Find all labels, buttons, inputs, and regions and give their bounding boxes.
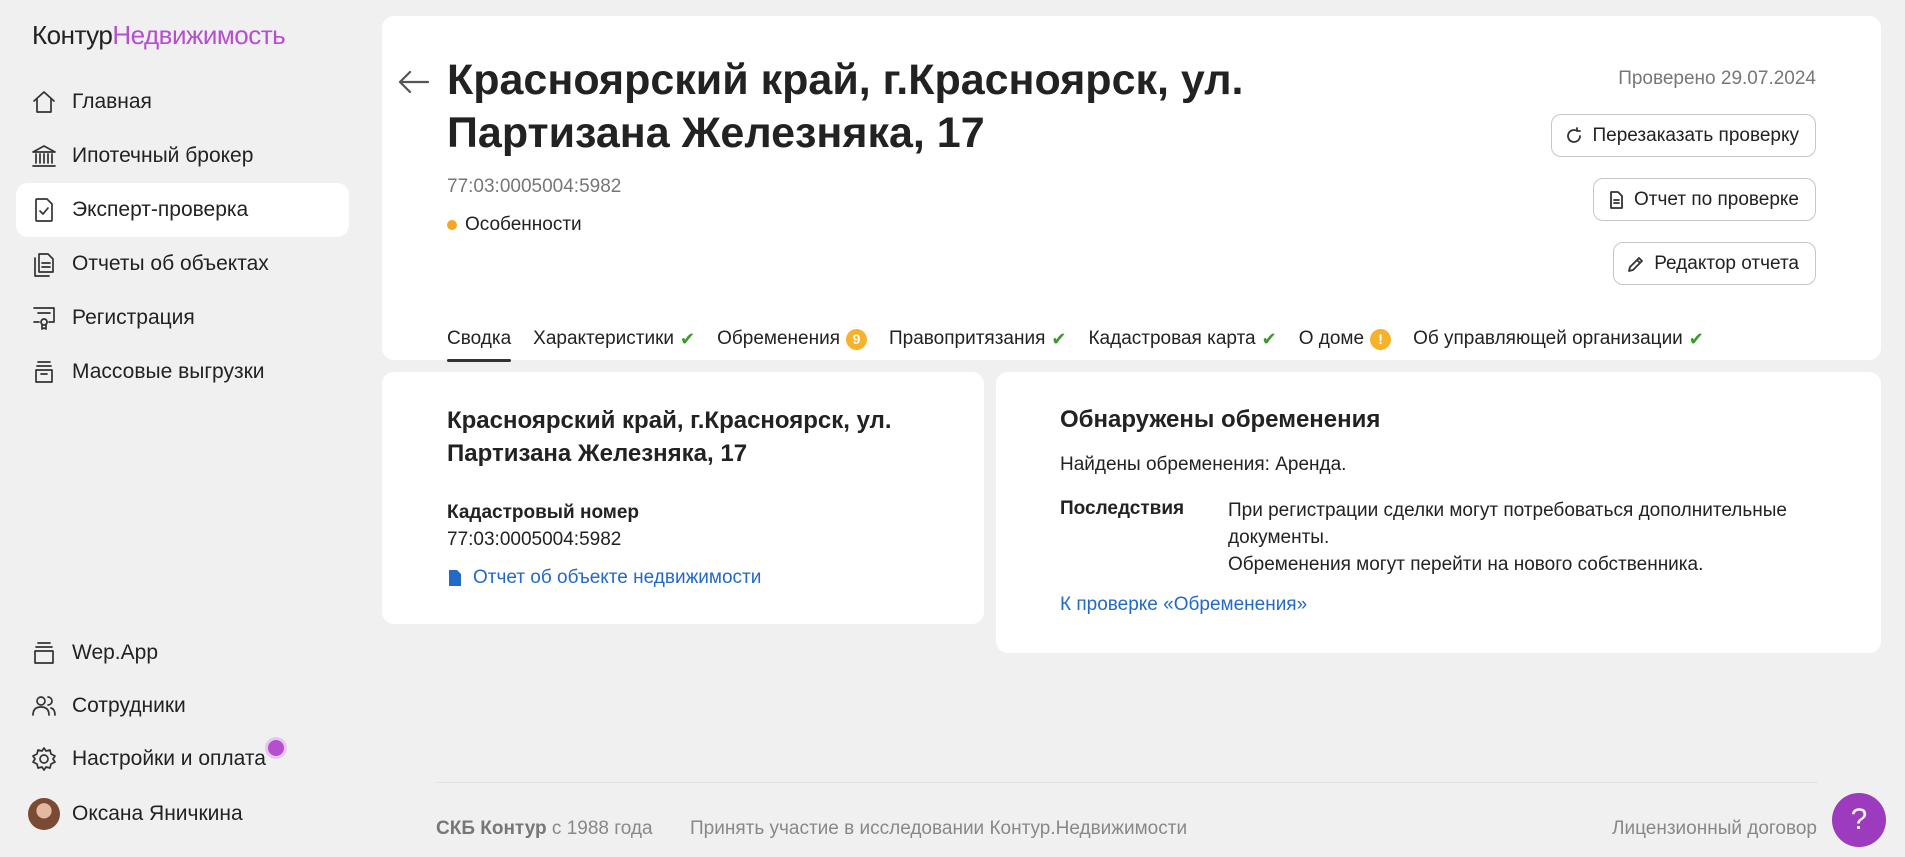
count-badge: 9 <box>846 328 868 350</box>
sidebar-item-label: Оксана Яничкина <box>72 802 243 825</box>
sidebar-item-wep-app[interactable]: Wep.App <box>16 626 349 680</box>
encumbrances-check-link[interactable]: К проверке «Обременения» <box>1060 594 1307 616</box>
tab-label: Обременения <box>717 328 841 349</box>
reorder-check-label: Перезаказать проверку <box>1592 124 1799 146</box>
footer-company: СКБ Контур с 1988 года <box>436 818 653 840</box>
tab-summary[interactable]: Сводка <box>447 328 512 362</box>
check-report-label: Отчет по проверке <box>1634 188 1799 210</box>
encumbrances-found: Найдены обременения: Аренда. <box>1060 454 1347 475</box>
archive-icon <box>28 356 60 388</box>
tabs: Сводка Характеристики ✔ Обременения 9 Прав… <box>447 328 1726 362</box>
logo-brand: Контур <box>32 20 113 50</box>
avatar <box>28 798 60 830</box>
help-button[interactable]: ? <box>1832 793 1886 847</box>
back-arrow-icon[interactable] <box>394 62 434 102</box>
document-icon <box>449 570 461 586</box>
gear-icon <box>28 743 60 775</box>
tab-label: Сводка <box>447 328 512 349</box>
check-icon: ✔ <box>680 328 696 349</box>
tab-characteristics[interactable]: Характеристики ✔ <box>533 328 695 360</box>
license-link[interactable]: Лицензионный договор <box>1612 818 1817 840</box>
sidebar-item-label: Настройки и оплата <box>72 747 266 770</box>
research-link[interactable]: Принять участие в исследовании Контур.Не… <box>690 818 1187 840</box>
sidebar-item-label: Регистрация <box>72 306 195 329</box>
document-check-icon <box>28 194 60 226</box>
warning-icon: ! <box>1370 328 1392 350</box>
documents-icon <box>28 248 60 280</box>
feature-indicator: Особенности <box>447 214 582 236</box>
sidebar-item-label: Сотрудники <box>72 694 186 717</box>
warning-dot-icon <box>447 220 457 230</box>
home-icon <box>28 86 60 118</box>
object-header-card: Красноярский край, г.Красноярск, ул. Пар… <box>382 16 1881 362</box>
tab-cadastral-map[interactable]: Кадастровая карта ✔ <box>1088 328 1276 360</box>
tab-about-house[interactable]: О доме! <box>1298 328 1392 360</box>
consequences-line: Обременения могут перейти на нового собс… <box>1228 554 1704 575</box>
cadastral-value: 77:03:0005004:5982 <box>447 529 622 550</box>
pencil-icon <box>1628 256 1644 272</box>
feature-label: Особенности <box>465 214 582 235</box>
check-icon: ✔ <box>1261 328 1277 349</box>
tab-label: Правопритязания <box>889 328 1046 349</box>
summary-title: Красноярский край, г.Красноярск, ул. Пар… <box>447 407 892 467</box>
company-since: с 1988 года <box>546 818 653 839</box>
tab-label: Об управляющей организации <box>1413 328 1683 349</box>
checked-date: Проверено 29.07.2024 <box>1618 68 1816 89</box>
cadastral-label: Кадастровый номер <box>447 502 640 523</box>
sidebar-item-label: Отчеты об объектах <box>72 252 269 275</box>
logo[interactable]: КонтурНедвижимость <box>32 20 286 51</box>
cadastral-number: 77:03:0005004:5982 <box>447 176 622 197</box>
object-report-label: Отчет об объекте недвижимости <box>473 567 762 588</box>
sidebar-item-bulk-exports[interactable]: Массовые выгрузки <box>16 345 349 399</box>
tab-management-company[interactable]: Об управляющей организации ✔ <box>1413 328 1704 360</box>
sidebar-item-label: Wep.App <box>72 641 158 664</box>
reorder-check-button[interactable]: Перезаказать проверку <box>1551 114 1816 157</box>
sidebar-item-profile[interactable]: Оксана Яничкина <box>16 787 349 841</box>
document-icon <box>1610 190 1623 209</box>
encumbrances-card: Обнаружены обременения Найдены обременен… <box>996 372 1881 653</box>
sidebar-item-label: Массовые выгрузки <box>72 360 265 383</box>
sidebar-item-home[interactable]: Главная <box>16 75 349 129</box>
sidebar-item-expert-check[interactable]: Эксперт-проверка <box>16 183 349 237</box>
report-editor-button[interactable]: Редактор отчета <box>1613 242 1816 285</box>
page-title: Красноярский край, г.Красноярск, ул. Пар… <box>447 56 1244 157</box>
tab-label: Кадастровая карта <box>1088 328 1256 349</box>
tab-encumbrances[interactable]: Обременения 9 <box>717 328 868 360</box>
check-icon: ✔ <box>1688 328 1704 349</box>
consequences-text: При регистрации сделки могут потребовать… <box>1228 497 1828 578</box>
notification-dot <box>265 737 287 759</box>
encumbrances-title: Обнаружены обременения <box>1060 406 1381 433</box>
sidebar-item-registration[interactable]: Регистрация <box>16 291 349 345</box>
sidebar-item-employees[interactable]: Сотрудники <box>16 679 349 733</box>
users-icon <box>28 690 60 722</box>
object-summary-card: Красноярский край, г.Красноярск, ул. Пар… <box>382 372 984 624</box>
sidebar-item-label: Ипотечный брокер <box>72 144 254 167</box>
check-report-button[interactable]: Отчет по проверке <box>1593 178 1816 221</box>
certificate-icon <box>28 302 60 334</box>
tab-claims[interactable]: Правопритязания ✔ <box>889 328 1066 360</box>
sidebar-item-object-reports[interactable]: Отчеты об объектах <box>16 237 349 291</box>
bank-icon <box>28 140 60 172</box>
layers-icon <box>28 637 60 669</box>
logo-product: Недвижимость <box>112 20 286 50</box>
object-report-link[interactable]: Отчет об объекте недвижимости <box>447 567 761 589</box>
consequences-line: При регистрации сделки могут потребовать… <box>1228 500 1787 548</box>
sidebar-item-label: Эксперт-проверка <box>72 198 249 221</box>
sidebar-item-settings[interactable]: Настройки и оплата <box>16 732 349 786</box>
sidebar: КонтурНедвижимость Главная Ипотечный бро… <box>0 0 362 857</box>
footer-divider <box>436 782 1818 783</box>
sidebar-item-mortgage-broker[interactable]: Ипотечный брокер <box>16 129 349 183</box>
tab-label: Характеристики <box>533 328 675 349</box>
refresh-icon <box>1567 126 1582 143</box>
report-editor-label: Редактор отчета <box>1654 252 1799 274</box>
tab-label: О доме <box>1298 328 1365 349</box>
check-icon: ✔ <box>1051 328 1067 349</box>
company-name: СКБ Контур <box>436 818 547 839</box>
consequences-label: Последствия <box>1060 498 1185 519</box>
sidebar-item-label: Главная <box>72 90 152 113</box>
